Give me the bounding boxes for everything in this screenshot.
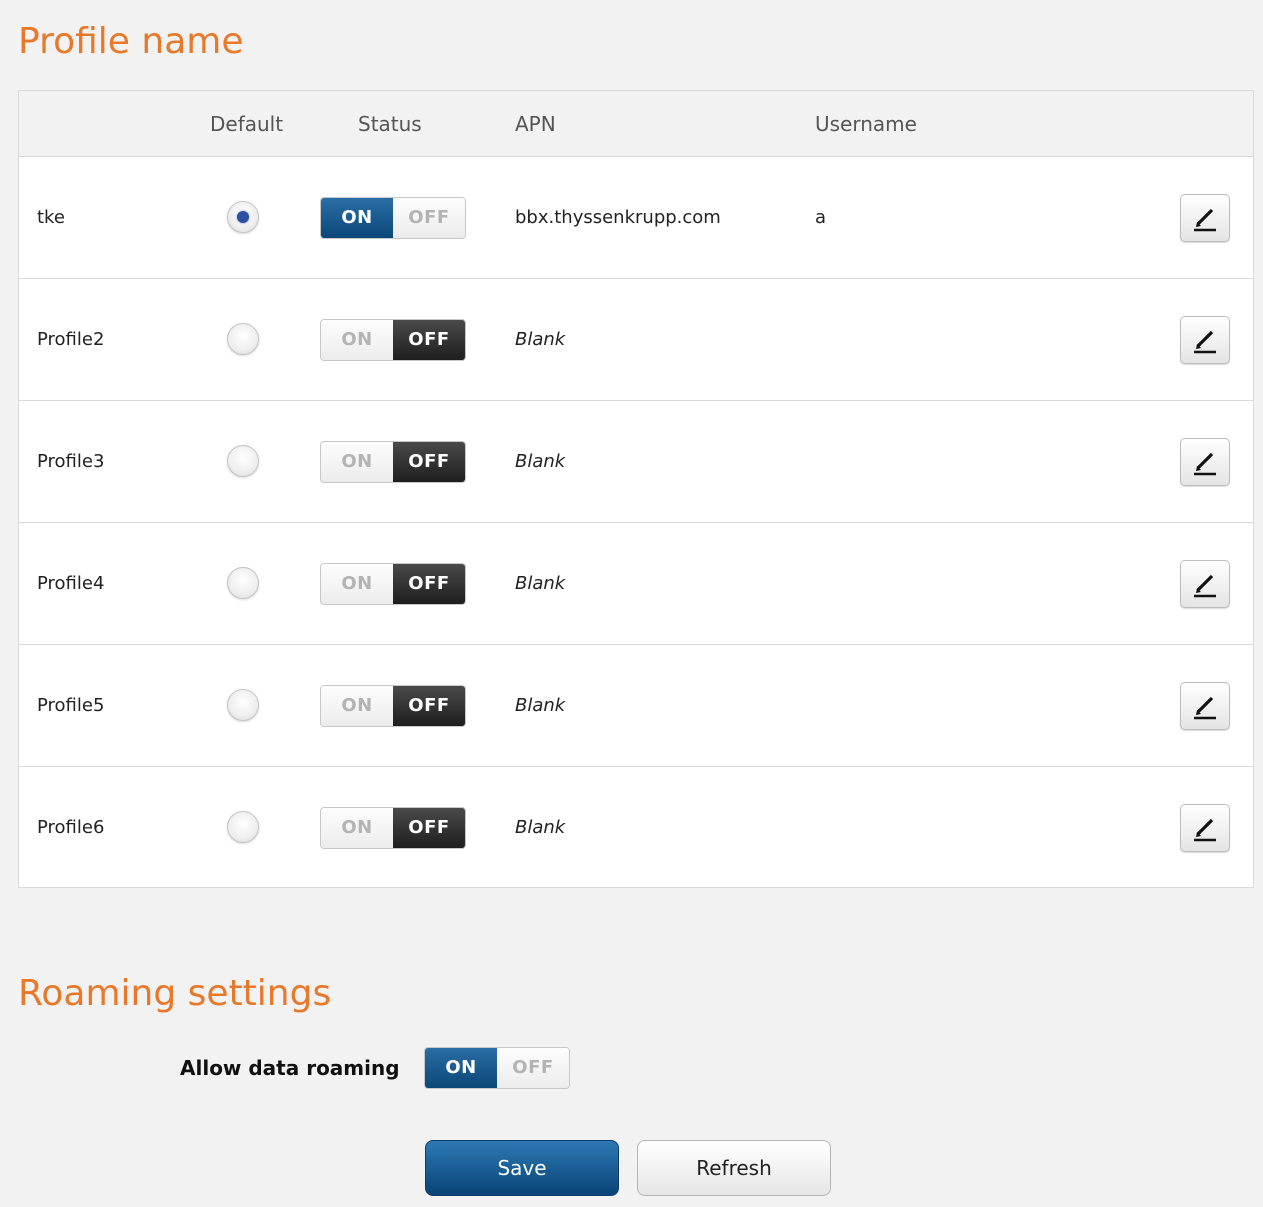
table-row: Profile6 ON OFF Blank xyxy=(19,767,1253,889)
edit-profile-button[interactable] xyxy=(1180,316,1230,364)
table-row: Profile2 ON OFF Blank xyxy=(19,279,1253,401)
default-radio[interactable] xyxy=(227,567,259,599)
status-toggle[interactable]: ON OFF xyxy=(320,197,466,239)
edit-pencil-icon xyxy=(1194,452,1216,476)
refresh-button[interactable]: Refresh xyxy=(637,1140,831,1196)
toggle-off-segment[interactable]: OFF xyxy=(393,442,465,482)
default-radio[interactable] xyxy=(227,445,259,477)
apn-value: Blank xyxy=(515,451,566,472)
page: Profile name Default Status APN Username… xyxy=(0,0,1263,1207)
profile-section-title: Profile name xyxy=(18,21,244,62)
column-header-status: Status xyxy=(358,112,422,136)
table-row: Profile4 ON OFF Blank xyxy=(19,523,1253,645)
profile-name: tke xyxy=(37,207,65,228)
toggle-on-segment[interactable]: ON xyxy=(321,320,393,360)
edit-profile-button[interactable] xyxy=(1180,804,1230,852)
edit-pencil-icon xyxy=(1194,330,1216,354)
profile-name: Profile2 xyxy=(37,329,105,350)
apn-value: Blank xyxy=(515,573,566,594)
default-radio[interactable] xyxy=(227,811,259,843)
edit-pencil-icon xyxy=(1194,208,1216,232)
edit-profile-button[interactable] xyxy=(1180,194,1230,242)
apn-value: Blank xyxy=(515,695,566,716)
profile-name: Profile4 xyxy=(37,573,105,594)
status-toggle[interactable]: ON OFF xyxy=(320,685,466,727)
save-button[interactable]: Save xyxy=(425,1140,619,1196)
radio-selected-dot xyxy=(237,211,249,223)
status-toggle[interactable]: ON OFF xyxy=(320,563,466,605)
toggle-on-segment[interactable]: ON xyxy=(425,1048,497,1088)
default-radio[interactable] xyxy=(227,689,259,721)
column-header-default: Default xyxy=(210,112,284,136)
username-value: a xyxy=(815,207,827,228)
table-row: tke ON OFF bbx.thyssenkrupp.com a xyxy=(19,157,1253,279)
apn-value: bbx.thyssenkrupp.com xyxy=(515,207,721,228)
default-radio[interactable] xyxy=(227,201,259,233)
profile-name: Profile5 xyxy=(37,695,105,716)
toggle-on-segment[interactable]: ON xyxy=(321,198,393,238)
toggle-off-segment[interactable]: OFF xyxy=(393,808,465,848)
column-header-apn: APN xyxy=(515,112,556,136)
roaming-section-title: Roaming settings xyxy=(18,973,332,1014)
table-row: Profile3 ON OFF Blank xyxy=(19,401,1253,523)
edit-pencil-icon xyxy=(1194,574,1216,598)
toggle-on-segment[interactable]: ON xyxy=(321,808,393,848)
edit-profile-button[interactable] xyxy=(1180,682,1230,730)
edit-pencil-icon xyxy=(1194,818,1216,842)
status-toggle[interactable]: ON OFF xyxy=(320,319,466,361)
allow-data-roaming-toggle[interactable]: ON OFF xyxy=(424,1047,570,1089)
default-radio[interactable] xyxy=(227,323,259,355)
allow-data-roaming-label: Allow data roaming xyxy=(180,1056,400,1080)
toggle-on-segment[interactable]: ON xyxy=(321,686,393,726)
toggle-off-segment[interactable]: OFF xyxy=(393,564,465,604)
status-toggle[interactable]: ON OFF xyxy=(320,441,466,483)
toggle-off-segment[interactable]: OFF xyxy=(393,198,465,238)
status-toggle[interactable]: ON OFF xyxy=(320,807,466,849)
table-row: Profile5 ON OFF Blank xyxy=(19,645,1253,767)
edit-profile-button[interactable] xyxy=(1180,560,1230,608)
toggle-on-segment[interactable]: ON xyxy=(321,442,393,482)
apn-value: Blank xyxy=(515,329,566,350)
table-header: Default Status APN Username xyxy=(19,91,1253,157)
edit-profile-button[interactable] xyxy=(1180,438,1230,486)
apn-value: Blank xyxy=(515,817,566,838)
profile-name: Profile6 xyxy=(37,817,105,838)
profile-name: Profile3 xyxy=(37,451,105,472)
toggle-off-segment[interactable]: OFF xyxy=(393,686,465,726)
toggle-off-segment[interactable]: OFF xyxy=(497,1048,569,1088)
toggle-off-segment[interactable]: OFF xyxy=(393,320,465,360)
edit-pencil-icon xyxy=(1194,696,1216,720)
toggle-on-segment[interactable]: ON xyxy=(321,564,393,604)
profiles-table: Default Status APN Username tke ON OFF bbx.… xyxy=(18,90,1254,888)
column-header-username: Username xyxy=(815,112,917,136)
